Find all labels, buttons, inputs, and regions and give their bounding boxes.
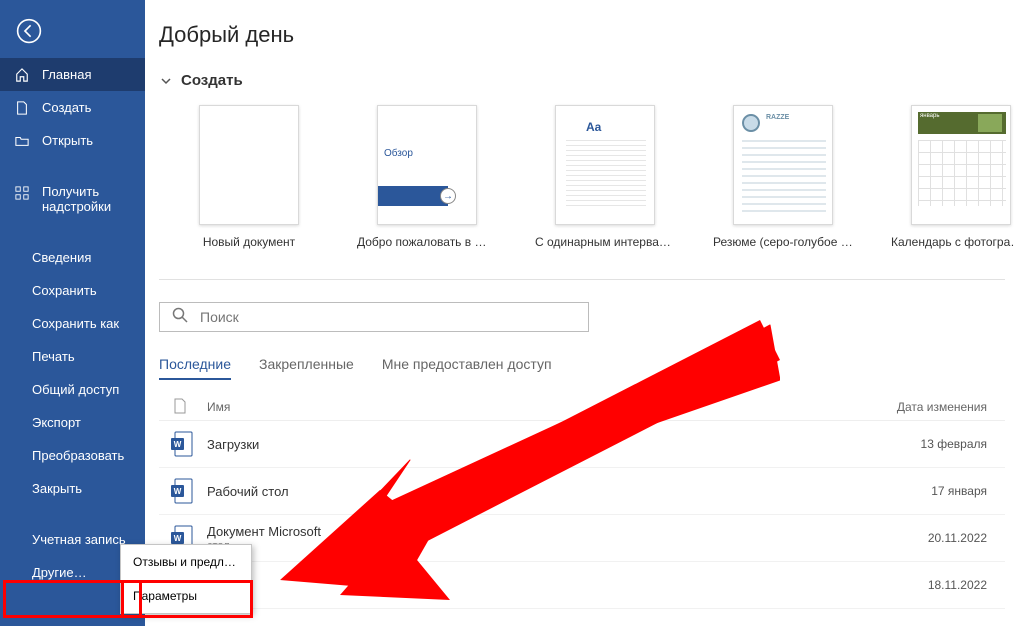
divider <box>159 279 1005 280</box>
greeting-title: Добрый день <box>159 22 1005 48</box>
search-box[interactable] <box>159 302 589 332</box>
file-date: 18.11.2022 <box>928 578 1005 592</box>
main-content: Добрый день Создать Новый документ Обзор… <box>145 0 1015 626</box>
template-label: Новый документ <box>179 235 319 249</box>
popup-options[interactable]: Параметры <box>121 579 251 613</box>
template-thumb: RAZZE <box>733 105 833 225</box>
sidebar-item-new[interactable]: Создать <box>0 91 145 124</box>
column-date[interactable]: Дата изменения <box>897 400 1005 414</box>
create-label: Создать <box>181 72 243 89</box>
sidebar-item-label: Закрыть <box>32 481 82 496</box>
open-folder-icon <box>14 134 30 148</box>
template-gallery: Новый документ Обзор → Добро пожаловать … <box>159 105 1005 249</box>
search-input[interactable] <box>200 309 576 325</box>
chevron-down-icon <box>159 74 173 88</box>
file-name: Документ Microsoft <box>207 524 321 539</box>
file-row[interactable]: W Рабочий стол 17 января <box>159 468 1005 515</box>
sidebar-item-export[interactable]: Экспорт <box>0 406 145 439</box>
sidebar-item-info[interactable]: Сведения <box>0 241 145 274</box>
sidebar-item-share[interactable]: Общий доступ <box>0 373 145 406</box>
template-blank[interactable]: Новый документ <box>179 105 319 249</box>
sidebar-item-label: Другие… <box>32 565 87 580</box>
template-label: Добро пожаловать в Word <box>357 235 497 249</box>
svg-text:W: W <box>174 487 182 496</box>
back-button[interactable] <box>10 12 48 50</box>
addins-icon <box>14 186 30 200</box>
tab-recent[interactable]: Последние <box>159 356 231 380</box>
file-row[interactable]: W Документ Microsoft стол 20.11.2022 <box>159 515 1005 562</box>
template-welcome[interactable]: Обзор → Добро пожаловать в Word <box>357 105 497 249</box>
svg-text:W: W <box>174 440 182 449</box>
sidebar-item-home[interactable]: Главная <box>0 58 145 91</box>
template-single-spaced[interactable]: Aa С одинарным интервалом… <box>535 105 675 249</box>
sidebar-item-addins[interactable]: Получить надстройки <box>0 175 145 223</box>
file-row[interactable]: W стол 18.11.2022 <box>159 562 1005 609</box>
file-header-icon <box>173 398 187 417</box>
file-date: 17 января <box>931 484 1005 498</box>
sidebar-item-save[interactable]: Сохранить <box>0 274 145 307</box>
sidebar-item-label: Главная <box>42 67 91 82</box>
word-file-icon: W <box>169 476 195 506</box>
file-name: Рабочий стол <box>207 484 289 499</box>
sidebar-item-label: Получить надстройки <box>42 184 145 214</box>
more-popup: Отзывы и предл… Параметры <box>120 544 252 614</box>
file-date: 20.11.2022 <box>928 531 1005 545</box>
sidebar-item-saveas[interactable]: Сохранить как <box>0 307 145 340</box>
popup-feedback[interactable]: Отзывы и предл… <box>121 545 251 579</box>
sidebar-item-open[interactable]: Открыть <box>0 124 145 157</box>
sidebar-item-transform[interactable]: Преобразовать <box>0 439 145 472</box>
file-name: Загрузки <box>207 437 259 452</box>
template-thumb: январь <box>911 105 1011 225</box>
file-list-header: Имя Дата изменения <box>159 394 1005 421</box>
sidebar-item-label: Общий доступ <box>32 382 119 397</box>
template-resume[interactable]: RAZZE Резюме (серо-голубое оф… <box>713 105 853 249</box>
sidebar-item-label: Экспорт <box>32 415 81 430</box>
sidebar-item-print[interactable]: Печать <box>0 340 145 373</box>
column-name[interactable]: Имя <box>207 400 230 414</box>
sidebar-item-label: Сведения <box>32 250 91 265</box>
template-thumb: Обзор → <box>377 105 477 225</box>
template-label: Резюме (серо-голубое оф… <box>713 235 853 249</box>
sidebar-item-label: Печать <box>32 349 75 364</box>
tour-arrow-icon: → <box>440 188 456 204</box>
file-date: 13 февраля <box>921 437 1005 451</box>
template-thumb: Aa <box>555 105 655 225</box>
sidebar-item-label: Преобразовать <box>32 448 124 463</box>
sidebar-item-label: Сохранить <box>32 283 97 298</box>
sidebar-item-label: Учетная запись <box>32 532 126 547</box>
template-calendar[interactable]: январь Календарь с фотографией <box>891 105 1015 249</box>
tab-shared[interactable]: Мне предоставлен доступ <box>382 356 552 380</box>
new-document-icon <box>14 101 30 115</box>
sidebar-item-label: Сохранить как <box>32 316 119 331</box>
template-label: Календарь с фотографией <box>891 235 1015 249</box>
search-icon <box>172 307 188 328</box>
word-file-icon: W <box>169 429 195 459</box>
template-thumb <box>199 105 299 225</box>
home-icon <box>14 68 30 82</box>
tab-pinned[interactable]: Закрепленные <box>259 356 354 380</box>
template-label: С одинарным интервалом… <box>535 235 675 249</box>
create-section-header[interactable]: Создать <box>159 72 1005 89</box>
sidebar-item-label: Создать <box>42 100 91 115</box>
svg-text:W: W <box>174 534 182 543</box>
recent-tabs: Последние Закрепленные Мне предоставлен … <box>159 356 1005 380</box>
sidebar-item-close[interactable]: Закрыть <box>0 472 145 505</box>
file-row[interactable]: W Загрузки 13 февраля <box>159 421 1005 468</box>
backstage-sidebar: Главная Создать Открыть Получить надстро… <box>0 0 145 626</box>
back-arrow-icon <box>16 18 42 44</box>
sidebar-item-label: Открыть <box>42 133 93 148</box>
